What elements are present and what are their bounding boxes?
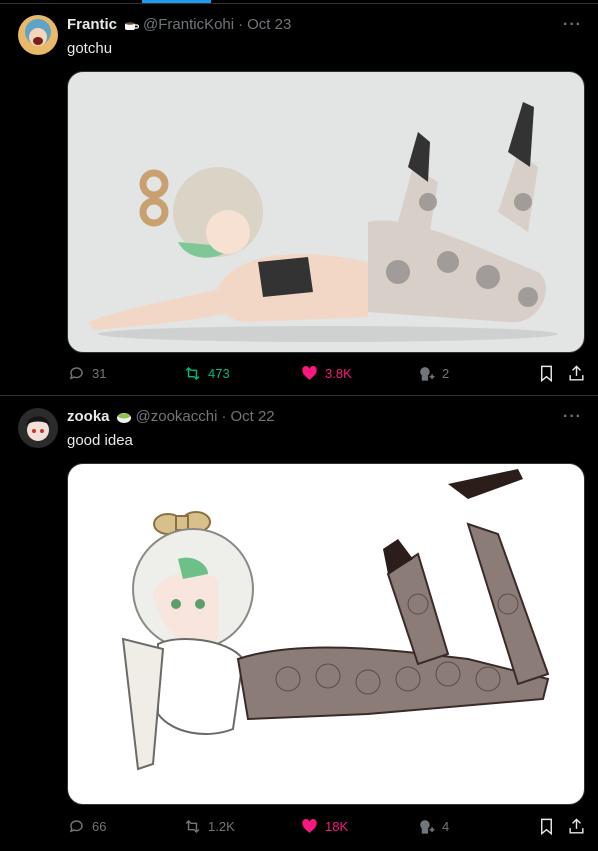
retweet-icon <box>185 819 200 834</box>
tweet-actions: 31 473 3.8K 2 <box>67 364 587 384</box>
bookmark-icon <box>541 365 552 383</box>
bookmark-icon <box>541 818 552 836</box>
retweet-button[interactable]: 1.2K <box>183 817 235 836</box>
reply-button[interactable]: 31 <box>67 364 106 383</box>
avatar[interactable] <box>18 15 58 55</box>
coffee-emoji-icon <box>123 17 140 33</box>
reply-count: 31 <box>92 366 107 381</box>
tweet-image[interactable] <box>67 71 585 353</box>
user-handle[interactable]: @FranticKohi <box>143 16 234 33</box>
views-button[interactable]: 4 <box>417 817 449 836</box>
like-button[interactable]: 3.8K <box>300 364 352 383</box>
retweet-count: 1.2K <box>208 819 235 834</box>
more-options-icon[interactable]: ··· <box>563 16 582 34</box>
share-icon <box>569 818 584 834</box>
tweet-header: zooka @zookacchi · Oct 22 <box>67 408 275 425</box>
views-count: 4 <box>442 819 450 834</box>
tweet[interactable]: zooka @zookacchi · Oct 22 ··· good idea <box>0 396 598 851</box>
display-name[interactable]: Frantic <box>67 16 117 33</box>
retweet-icon <box>185 366 200 381</box>
like-count: 3.8K <box>325 366 352 381</box>
tweet[interactable]: Frantic @FranticKohi · Oct 23 ··· gotchu <box>0 4 598 396</box>
tweet-image[interactable] <box>67 463 585 805</box>
reply-count: 66 <box>92 819 107 834</box>
reply-button[interactable]: 66 <box>67 817 106 836</box>
share-button[interactable] <box>567 364 586 383</box>
user-handle[interactable]: @zookacchi <box>136 408 218 425</box>
timestamp[interactable]: Oct 23 <box>247 16 291 33</box>
tweet-text: gotchu <box>67 40 113 57</box>
heart-icon <box>302 819 317 833</box>
share-icon <box>569 365 584 381</box>
views-button[interactable]: 2 <box>417 364 449 383</box>
bookmark-button[interactable] <box>537 364 556 383</box>
tweet-header: Frantic @FranticKohi · Oct 23 <box>67 16 291 33</box>
display-name[interactable]: zooka <box>67 408 110 425</box>
heart-icon <box>302 366 317 380</box>
bookmark-button[interactable] <box>537 817 556 836</box>
separator: · <box>238 16 244 33</box>
avatar[interactable] <box>18 408 58 448</box>
separator: · <box>221 408 227 425</box>
retweet-count: 473 <box>208 366 230 381</box>
views-count: 2 <box>442 366 450 381</box>
retweet-button[interactable]: 473 <box>183 364 230 383</box>
tweet-actions: 66 1.2K 18K 4 <box>67 817 587 837</box>
matcha-emoji-icon <box>116 409 132 425</box>
views-icon <box>420 820 435 834</box>
tweet-text: good idea <box>67 432 133 449</box>
like-count: 18K <box>325 819 349 834</box>
views-icon <box>420 367 435 381</box>
like-button[interactable]: 18K <box>300 817 348 836</box>
reply-icon <box>69 820 83 833</box>
share-button[interactable] <box>567 817 586 836</box>
timestamp[interactable]: Oct 22 <box>230 408 274 425</box>
reply-icon <box>69 367 83 380</box>
more-options-icon[interactable]: ··· <box>563 408 582 426</box>
